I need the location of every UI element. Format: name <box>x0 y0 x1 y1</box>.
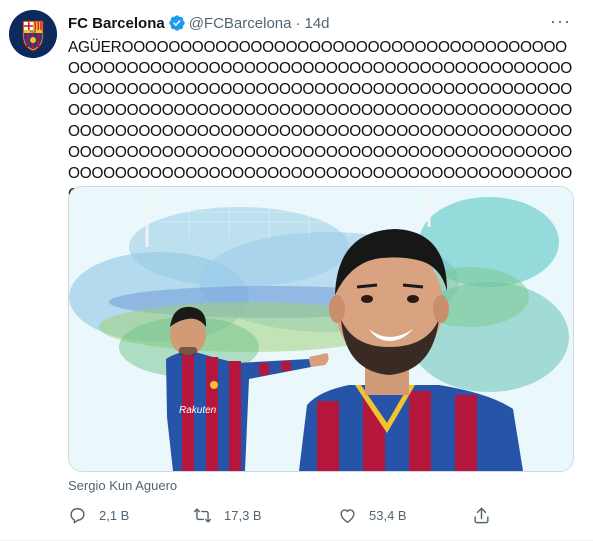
svg-text:Rakuten: Rakuten <box>179 405 217 416</box>
avatar[interactable]: FCB <box>9 10 57 58</box>
author-handle[interactable]: @FCBarcelona <box>189 15 292 32</box>
tweet-card[interactable]: FCB FC Barcelona @FCBarcelona · 14d ··· … <box>0 0 593 541</box>
separator-dot: · <box>295 14 301 32</box>
player-illustration: Rakuten <box>69 187 573 471</box>
tweet-header: FC Barcelona @FCBarcelona · 14d <box>68 12 573 34</box>
author-name[interactable]: FC Barcelona <box>68 15 165 32</box>
share-icon <box>474 507 489 523</box>
like-button[interactable]: 53,4 B <box>338 503 407 527</box>
reply-count: 2,1 B <box>99 507 130 523</box>
retweet-count: 17,3 B <box>224 507 262 523</box>
verified-badge-icon <box>169 15 185 31</box>
reply-button[interactable]: 2,1 B <box>68 503 129 527</box>
tweet-text: AGÜEROOOOOOOOOOOOOOOOOOOOOOOOOOOOOOOOOOO… <box>68 39 573 203</box>
retweet-icon <box>193 507 212 523</box>
reply-icon <box>70 507 85 523</box>
heart-icon <box>340 508 355 523</box>
retweet-button[interactable]: 17,3 B <box>193 503 262 527</box>
fc-barcelona-crest-icon: FCB <box>9 10 57 58</box>
tweet-media-image[interactable]: Rakuten <box>68 186 574 472</box>
like-count: 53,4 B <box>369 507 407 523</box>
tweet-actions: 2,1 B 17,3 B 53,4 B <box>68 503 508 527</box>
more-options-icon[interactable]: ··· <box>550 12 571 30</box>
share-button[interactable] <box>472 503 503 527</box>
tweet-timestamp[interactable]: 14d <box>304 15 329 32</box>
media-caption: Sergio Kun Aguero <box>68 478 178 493</box>
